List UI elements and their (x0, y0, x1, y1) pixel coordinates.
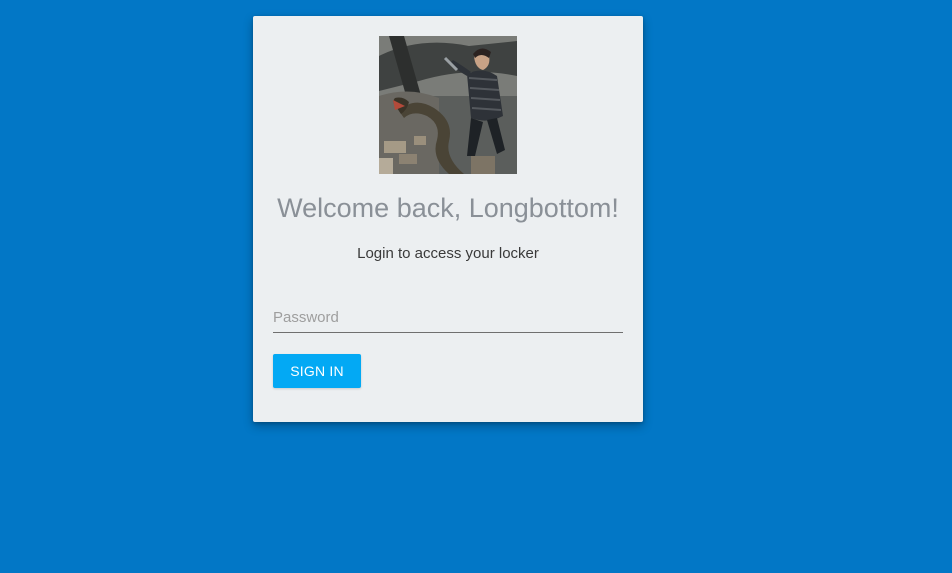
sign-in-button[interactable]: SIGN IN (273, 354, 361, 388)
welcome-title: Welcome back, Longbottom! (277, 193, 619, 223)
password-input[interactable] (273, 304, 623, 330)
login-subtitle: Login to access your locker (357, 245, 539, 262)
password-field (273, 304, 623, 333)
login-card: Welcome back, Longbottom! Login to acces… (253, 16, 643, 422)
user-avatar (379, 36, 517, 174)
